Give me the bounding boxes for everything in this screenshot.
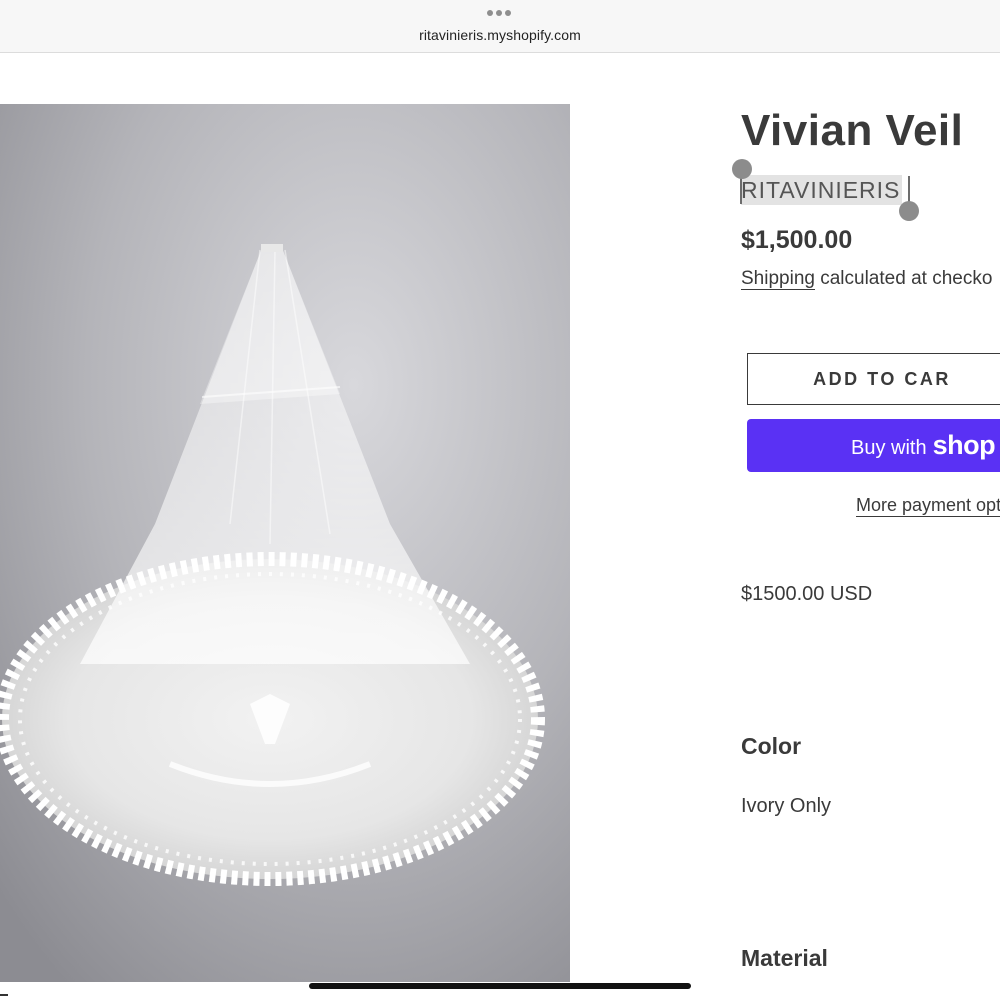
buy-with-label: Buy with xyxy=(851,437,927,459)
vendor-selection[interactable]: RITAVINIERIS xyxy=(741,175,903,205)
browser-top-bar: ritavinieris.myshopify.com xyxy=(0,0,1000,53)
color-value: Ivory Only xyxy=(741,795,832,817)
product-title: Vivian Veil xyxy=(741,106,964,155)
buy-with-shop-pay-button[interactable]: Buy with shop xyxy=(747,419,1000,472)
shipping-text: calculated at checko xyxy=(814,268,993,289)
shipping-link[interactable]: Shipping xyxy=(741,268,815,290)
url-bar[interactable]: ritavinieris.myshopify.com xyxy=(0,27,1000,43)
more-payment-options-link[interactable]: More payment opt xyxy=(856,494,1000,517)
product-price: $1,500.00 xyxy=(741,226,853,254)
browser-page: ritavinieris.myshopify.com Vivian Veil R… xyxy=(0,0,1000,1000)
veil-photo-icon xyxy=(0,104,570,982)
shipping-note: Shipping calculated at checko xyxy=(741,268,992,290)
add-to-cart-button[interactable]: ADD TO CAR xyxy=(747,353,1000,405)
shop-pay-logo-icon: shop xyxy=(932,430,996,460)
selection-start-caret xyxy=(740,176,742,204)
product-vendor[interactable]: RITAVINIERIS xyxy=(741,177,900,203)
selection-end-caret xyxy=(908,176,910,204)
selection-handle-icon[interactable] xyxy=(899,201,919,221)
selection-handle-icon[interactable] xyxy=(732,159,752,179)
color-heading: Color xyxy=(741,733,802,759)
edge-mark xyxy=(0,994,8,996)
material-heading: Material xyxy=(741,945,828,971)
product-image[interactable] xyxy=(0,104,570,982)
usd-price: $1500.00 USD xyxy=(741,583,873,605)
three-dots-icon[interactable] xyxy=(487,10,511,16)
home-indicator[interactable] xyxy=(309,983,691,989)
